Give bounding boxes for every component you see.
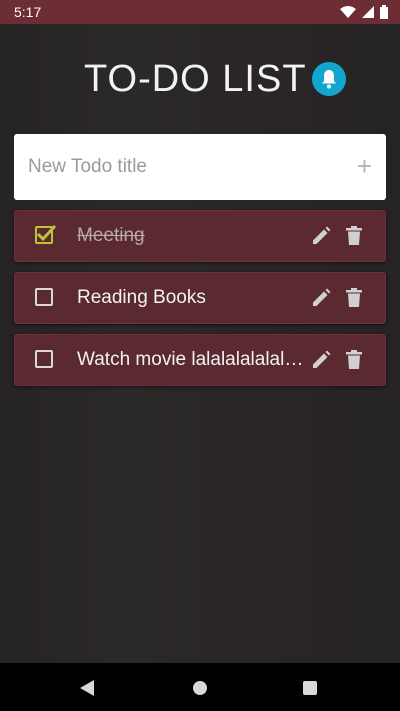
- add-todo-button[interactable]: +: [357, 153, 372, 179]
- delete-icon[interactable]: [345, 288, 363, 308]
- todo-checkbox[interactable]: [35, 288, 53, 306]
- new-todo-input[interactable]: [28, 156, 357, 178]
- new-todo-bar: +: [14, 134, 386, 200]
- header: TO-DO LIST: [0, 56, 400, 106]
- app-screen: TO-DO LIST + Meeting: [0, 24, 400, 663]
- notification-button[interactable]: [312, 62, 346, 96]
- delete-icon[interactable]: [345, 226, 363, 246]
- checkmark-icon: [36, 224, 57, 242]
- system-nav-bar: [0, 663, 400, 711]
- signal-icon: [362, 6, 374, 18]
- todo-label: Watch movie lalalalalalalalala: [77, 349, 309, 370]
- todo-checkbox[interactable]: [35, 350, 53, 368]
- todo-item[interactable]: Watch movie lalalalalalalalala: [14, 334, 386, 386]
- home-icon[interactable]: [193, 681, 207, 695]
- back-icon[interactable]: [80, 680, 94, 696]
- bell-icon: [322, 70, 336, 89]
- edit-icon[interactable]: [311, 350, 331, 370]
- todo-item[interactable]: Meeting: [14, 210, 386, 262]
- status-icons: [340, 5, 388, 19]
- todo-label: Reading Books: [77, 287, 206, 308]
- page-title: TO-DO LIST: [84, 58, 307, 100]
- todo-item[interactable]: Reading Books: [14, 272, 386, 324]
- battery-icon: [380, 5, 388, 19]
- status-bar: 5:17: [0, 0, 400, 24]
- todo-label: Meeting: [77, 225, 145, 246]
- wifi-icon: [340, 6, 356, 18]
- delete-icon[interactable]: [345, 350, 363, 370]
- recents-icon[interactable]: [303, 681, 317, 695]
- edit-icon[interactable]: [311, 288, 331, 308]
- todo-checkbox-checked[interactable]: [35, 224, 57, 244]
- edit-icon[interactable]: [311, 226, 331, 246]
- status-time: 5:17: [14, 4, 42, 20]
